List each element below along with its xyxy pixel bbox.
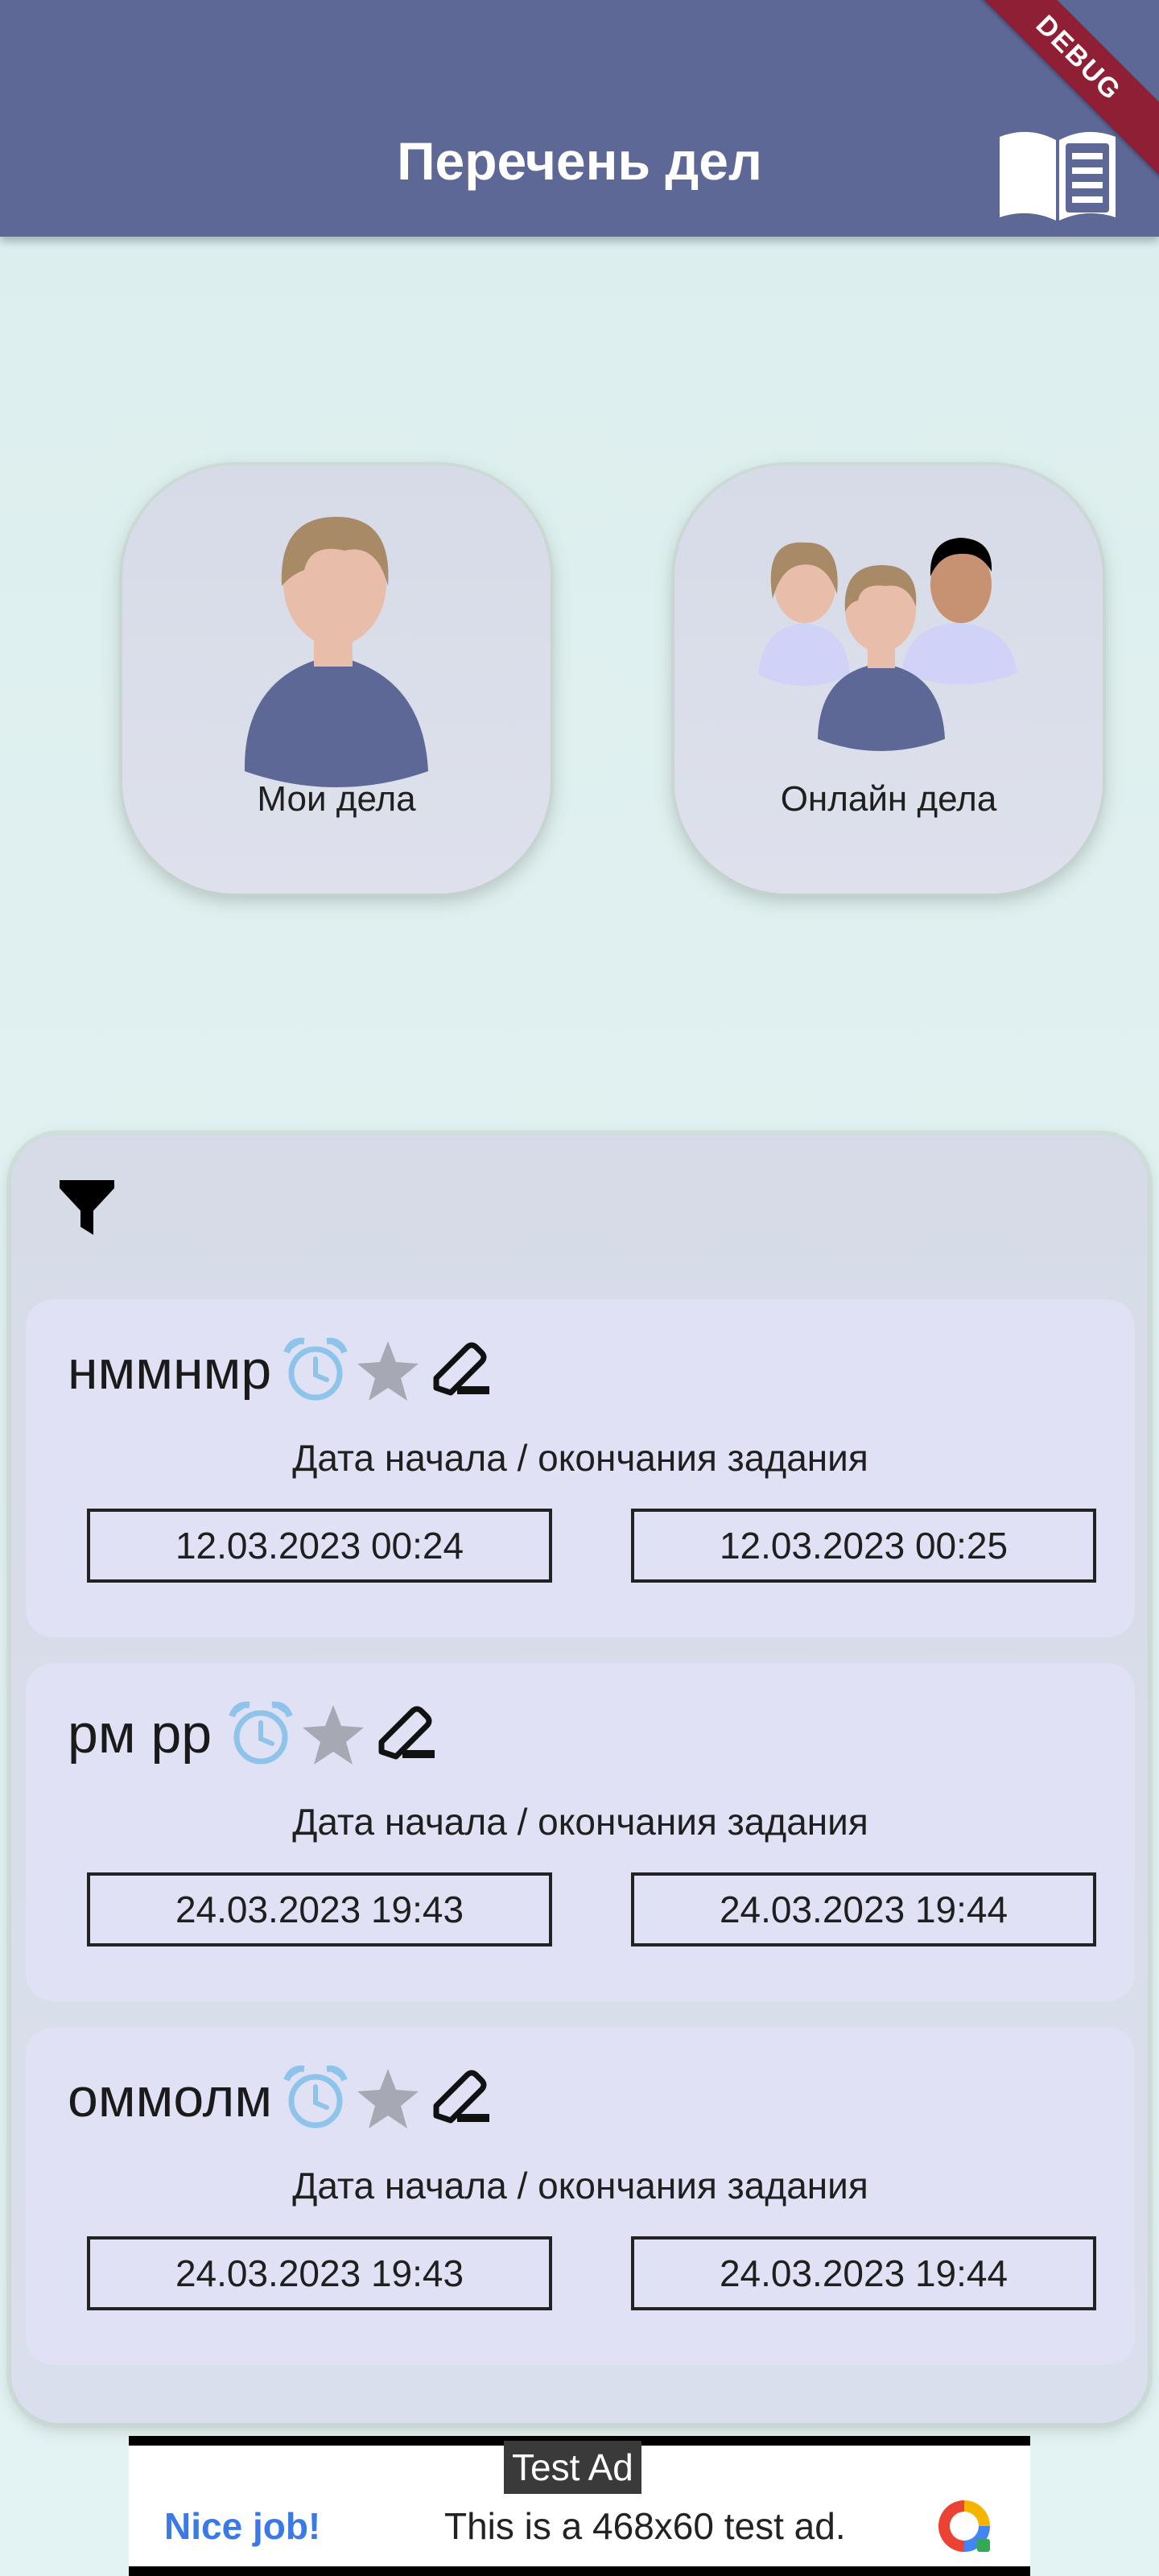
task-card[interactable]: рм рр Дата начала / окончания задания 24… bbox=[26, 1663, 1135, 2001]
date-caption: Дата начала / окончания задания bbox=[292, 2165, 868, 2207]
star-icon[interactable] bbox=[298, 1699, 369, 1769]
start-date[interactable]: 24.03.2023 19:43 bbox=[87, 2236, 552, 2310]
alarm-clock-icon[interactable] bbox=[280, 2062, 351, 2133]
edit-icon[interactable] bbox=[425, 1335, 496, 1406]
star-icon[interactable] bbox=[353, 1335, 423, 1406]
start-date[interactable]: 24.03.2023 19:43 bbox=[87, 1872, 552, 1946]
online-tasks-label: Онлайн дела bbox=[780, 779, 997, 819]
alarm-clock-icon[interactable] bbox=[280, 1335, 351, 1406]
task-title: рм рр bbox=[68, 1703, 212, 1765]
star-icon[interactable] bbox=[353, 2062, 423, 2133]
ad-headline: Nice job! bbox=[164, 2505, 321, 2547]
my-tasks-label: Мои дела bbox=[257, 779, 416, 819]
task-card[interactable]: нммнмр Дата начала / окончания задания 1… bbox=[26, 1299, 1135, 1637]
end-date[interactable]: 12.03.2023 00:25 bbox=[631, 1509, 1096, 1583]
ad-tag: Test Ad bbox=[504, 2441, 641, 2494]
person-icon bbox=[244, 517, 428, 787]
my-tasks-button[interactable]: Мои дела bbox=[122, 465, 551, 894]
end-date[interactable]: 24.03.2023 19:44 bbox=[631, 1872, 1096, 1946]
task-title: оммолм bbox=[68, 2067, 273, 2128]
date-caption: Дата начала / окончания задания bbox=[292, 1801, 868, 1843]
ad-text: This is a 468x60 test ad. bbox=[444, 2505, 846, 2547]
edit-icon[interactable] bbox=[370, 1699, 441, 1769]
alarm-clock-icon[interactable] bbox=[225, 1699, 296, 1769]
ad-banner[interactable]: Test Ad Nice job! This is a 468x60 test … bbox=[129, 2436, 1030, 2576]
edit-icon[interactable] bbox=[425, 2062, 496, 2133]
task-card[interactable]: оммолм Дата начала / окончания задания 2… bbox=[26, 2027, 1135, 2365]
page-title: Перечень дел bbox=[397, 131, 762, 191]
ad-logo-icon bbox=[932, 2494, 996, 2558]
task-list-panel: нммнмр Дата начала / окончания задания 1… bbox=[11, 1135, 1148, 2423]
book-icon[interactable] bbox=[996, 126, 1119, 222]
app-bar: Перечень дел DEBUG bbox=[0, 0, 1159, 237]
date-caption: Дата начала / окончания задания bbox=[292, 1437, 868, 1479]
people-group-icon bbox=[758, 538, 1017, 751]
end-date[interactable]: 24.03.2023 19:44 bbox=[631, 2236, 1096, 2310]
online-tasks-button[interactable]: Онлайн дела bbox=[674, 465, 1103, 894]
task-title: нммнмр bbox=[68, 1340, 272, 1401]
start-date[interactable]: 12.03.2023 00:24 bbox=[87, 1509, 552, 1583]
filter-icon[interactable] bbox=[55, 1175, 119, 1240]
